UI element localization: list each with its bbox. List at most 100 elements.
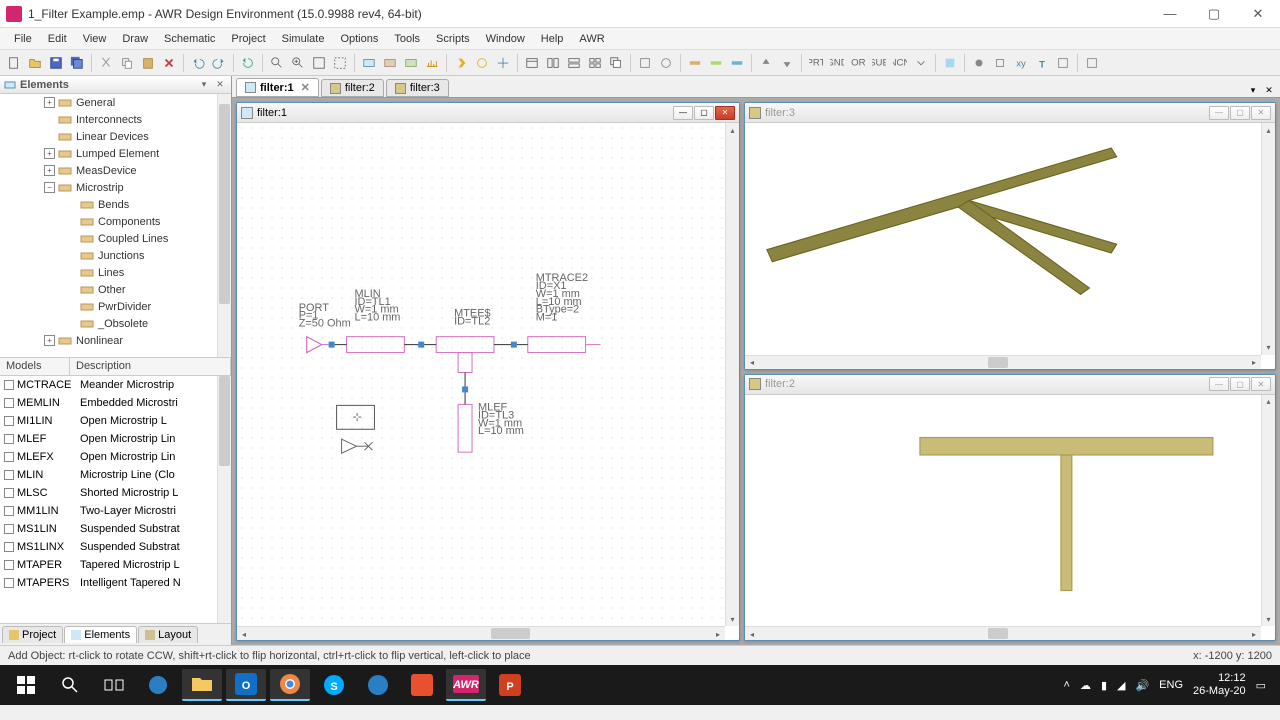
menu-help[interactable]: Help: [533, 31, 572, 47]
window3-button[interactable]: [564, 53, 584, 73]
model-row[interactable]: MCTRACEMeander Microstrip: [0, 376, 231, 394]
panel-pin-button[interactable]: ▾: [197, 78, 211, 92]
close-button[interactable]: ✕: [1236, 0, 1280, 28]
minimize-button[interactable]: —: [1148, 0, 1192, 28]
subwin-minimize[interactable]: —: [1209, 106, 1229, 120]
wifi-icon[interactable]: ◢: [1117, 679, 1125, 692]
layout-c[interactable]: [727, 53, 747, 73]
simulate-button[interactable]: [451, 53, 471, 73]
new-system-button[interactable]: [380, 53, 400, 73]
menu-window[interactable]: Window: [478, 31, 533, 47]
subwin-minimize[interactable]: —: [673, 106, 693, 120]
tree-node[interactable]: Bends: [0, 196, 231, 213]
maximize-button[interactable]: ▢: [1192, 0, 1236, 28]
menu-view[interactable]: View: [75, 31, 115, 47]
tree-node[interactable]: _Obsolete: [0, 315, 231, 332]
save-all-button[interactable]: [67, 53, 87, 73]
window4-button[interactable]: [585, 53, 605, 73]
panel-close-button[interactable]: ✕: [213, 78, 227, 92]
edge-app[interactable]: [138, 669, 178, 701]
layout2-vscroll[interactable]: ▴▾: [1261, 395, 1275, 627]
model-row[interactable]: MS1LINXSuspended Substrat: [0, 538, 231, 556]
layout2-hscroll[interactable]: ◂▸: [745, 626, 1261, 640]
tree-node[interactable]: Linear Devices: [0, 128, 231, 145]
model-row[interactable]: MLINMicrostrip Line (Clo: [0, 466, 231, 484]
layout3-canvas[interactable]: [745, 123, 1261, 355]
start-button[interactable]: [6, 669, 46, 701]
tool-a[interactable]: [635, 53, 655, 73]
zoom-in-button[interactable]: [288, 53, 308, 73]
tree-node[interactable]: Components: [0, 213, 231, 230]
arrow-down-button[interactable]: [777, 53, 797, 73]
doc-tab-filter1[interactable]: filter:1✕: [236, 78, 319, 97]
clock[interactable]: 12:1226-May-20: [1193, 672, 1246, 698]
redo-button[interactable]: [209, 53, 229, 73]
tree-node[interactable]: Junctions: [0, 247, 231, 264]
model-row[interactable]: MTAPERTapered Microstrip L: [0, 556, 231, 574]
skype-app[interactable]: S: [314, 669, 354, 701]
layout2-window-header[interactable]: filter:2 — ▢ ✕: [745, 375, 1275, 395]
subwin-maximize[interactable]: ▢: [1230, 106, 1250, 120]
mtrace-element[interactable]: MTRACE2 ID=X1 W=1 mm L=10 mm BType=2 M=1: [517, 272, 601, 353]
models-scrollbar[interactable]: [217, 376, 231, 623]
onedrive-icon[interactable]: ☁: [1080, 679, 1091, 692]
mlef-element[interactable]: MLEF ID=TL3 W=1 mm L=10 mm: [458, 392, 524, 452]
element-ncn[interactable]: NCN: [890, 53, 910, 73]
model-row[interactable]: MLEFXOpen Microstrip Lin: [0, 448, 231, 466]
subwin-maximize[interactable]: ▢: [694, 106, 714, 120]
schematic-canvas[interactable]: PORT P=1 Z=50 Ohm M: [237, 123, 725, 626]
window2-button[interactable]: [543, 53, 563, 73]
tool-f[interactable]: [990, 53, 1010, 73]
tabs-dropdown[interactable]: ▾: [1246, 83, 1260, 97]
element-tree[interactable]: +GeneralInterconnectsLinear Devices+Lump…: [0, 94, 231, 358]
copy-button[interactable]: [117, 53, 137, 73]
close-tab-icon[interactable]: ✕: [301, 81, 310, 94]
tree-node[interactable]: +Nonlinear: [0, 332, 231, 349]
subwin-close[interactable]: ✕: [1251, 377, 1271, 391]
model-row[interactable]: MM1LINTwo-Layer Microstri: [0, 502, 231, 520]
explorer-app[interactable]: [182, 669, 222, 701]
ghost-placement[interactable]: ⊹: [337, 405, 375, 453]
layout3-window-header[interactable]: filter:3 — ▢ ✕: [745, 103, 1275, 123]
model-row[interactable]: MLEFOpen Microstrip Lin: [0, 430, 231, 448]
tree-scrollbar[interactable]: [217, 94, 231, 357]
cut-button[interactable]: [96, 53, 116, 73]
model-row[interactable]: MLSCShorted Microstrip L: [0, 484, 231, 502]
tune-button[interactable]: [472, 53, 492, 73]
search-button[interactable]: [50, 669, 90, 701]
zoom-button[interactable]: [267, 53, 287, 73]
schematic-hscroll[interactable]: ◂▸: [237, 626, 725, 640]
teams-app[interactable]: [358, 669, 398, 701]
powerpoint-app[interactable]: P: [490, 669, 530, 701]
models-col-name[interactable]: Models: [0, 358, 70, 375]
model-row[interactable]: MI1LINOpen Microstrip L: [0, 412, 231, 430]
awr-app[interactable]: AWR: [446, 669, 486, 701]
new-button[interactable]: [4, 53, 24, 73]
element-sub[interactable]: SUB: [869, 53, 889, 73]
open-button[interactable]: [25, 53, 45, 73]
mtee-element[interactable]: MTEE$ ID=TL2: [424, 308, 517, 393]
element-port[interactable]: PRT: [806, 53, 826, 73]
element-dropdown[interactable]: [911, 53, 931, 73]
menu-simulate[interactable]: Simulate: [274, 31, 333, 47]
layout3-vscroll[interactable]: ▴▾: [1261, 123, 1275, 355]
models-col-desc[interactable]: Description: [70, 358, 231, 375]
volume-icon[interactable]: 🔊: [1135, 679, 1149, 692]
zoom-fit-button[interactable]: [309, 53, 329, 73]
menu-edit[interactable]: Edit: [40, 31, 75, 47]
arrow-up-button[interactable]: [756, 53, 776, 73]
tab-project[interactable]: Project: [2, 626, 63, 643]
doc-tab-filter2[interactable]: filter:2: [321, 79, 384, 97]
zoom-area-button[interactable]: [330, 53, 350, 73]
layout-a[interactable]: [685, 53, 705, 73]
chrome-app[interactable]: [270, 669, 310, 701]
menu-options[interactable]: Options: [332, 31, 386, 47]
layout-b[interactable]: [706, 53, 726, 73]
menu-scripts[interactable]: Scripts: [428, 31, 478, 47]
tree-node[interactable]: +General: [0, 94, 231, 111]
tree-node[interactable]: −Microstrip: [0, 179, 231, 196]
tray-chevron-icon[interactable]: ˄: [1064, 679, 1070, 691]
battery-icon[interactable]: ▮: [1101, 679, 1107, 692]
language-indicator[interactable]: ENG: [1159, 679, 1183, 691]
subwin-close[interactable]: ✕: [715, 106, 735, 120]
